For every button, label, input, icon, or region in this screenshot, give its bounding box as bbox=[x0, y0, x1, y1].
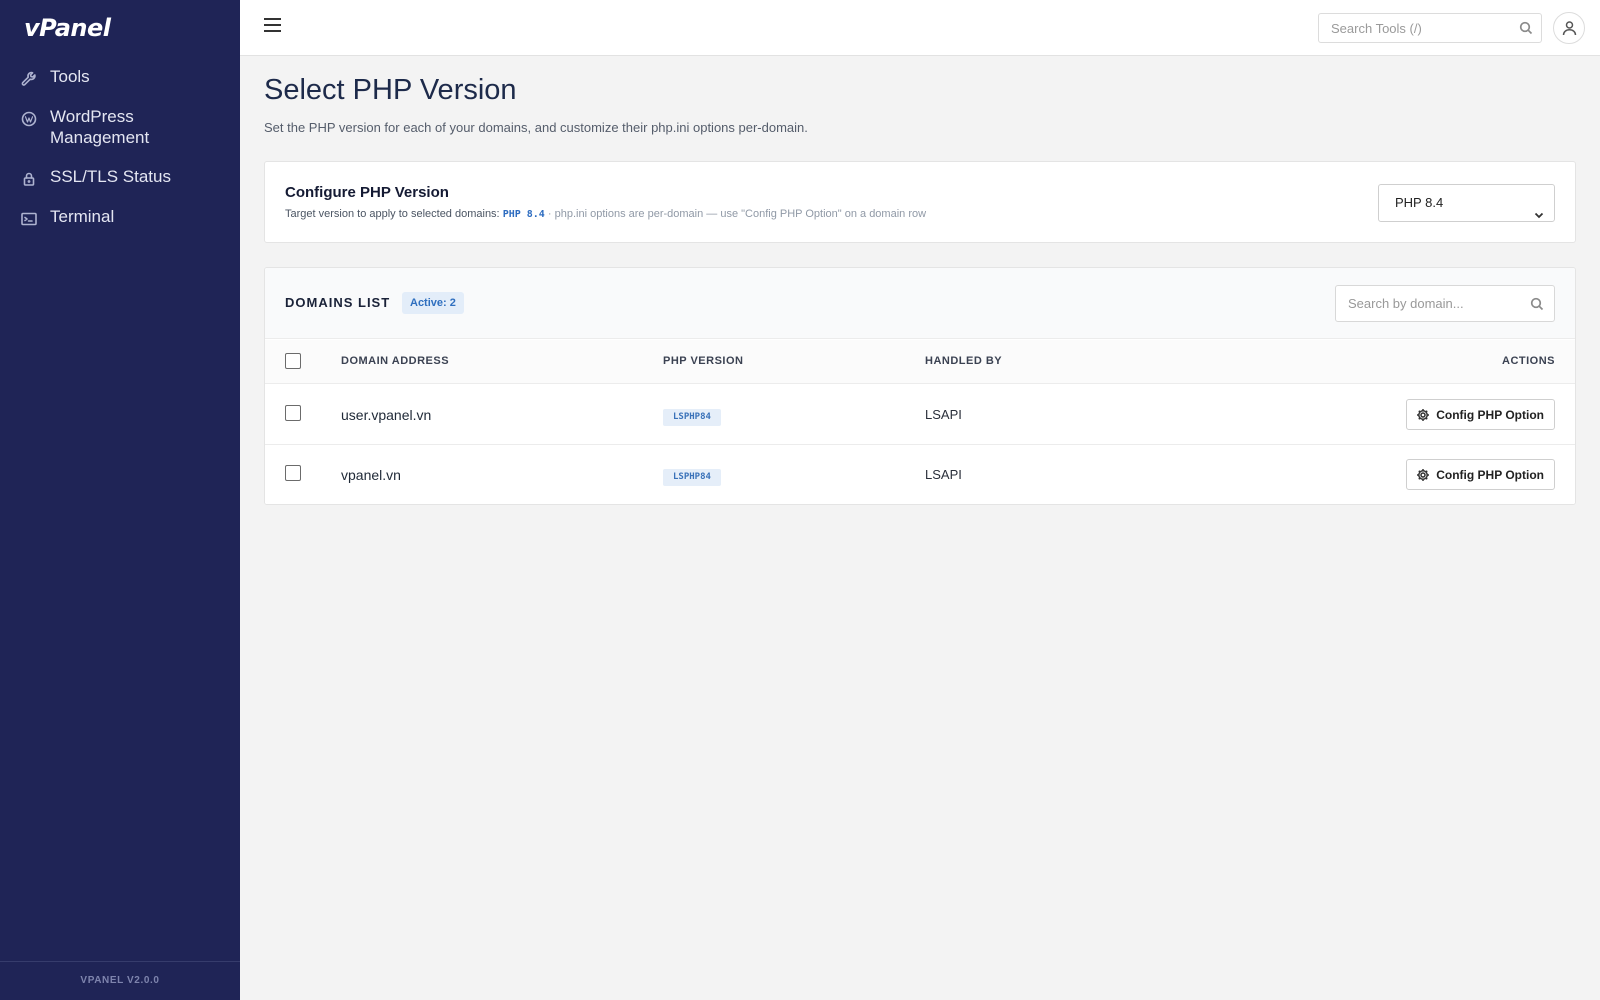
wrench-icon bbox=[20, 70, 38, 88]
sidebar-item-terminal[interactable]: Terminal bbox=[0, 206, 240, 228]
column-header-handled-by: HANDLED BY bbox=[925, 355, 1003, 367]
row-checkbox[interactable] bbox=[285, 465, 301, 481]
sidebar-item-label: Terminal bbox=[50, 207, 115, 226]
config-php-option-label: Config PHP Option bbox=[1436, 467, 1544, 482]
column-header-domain: DOMAIN ADDRESS bbox=[341, 355, 450, 367]
search-icon[interactable] bbox=[1530, 297, 1544, 316]
active-count-badge: Active: 2 bbox=[402, 292, 464, 314]
sidebar-nav: Tools WordPress Management SSL/TLS Statu… bbox=[0, 66, 240, 246]
config-php-option-button[interactable]: Config PHP Option bbox=[1406, 399, 1555, 430]
php-version-select[interactable]: PHP 8.4 bbox=[1378, 184, 1555, 222]
handled-by: LSAPI bbox=[925, 467, 962, 482]
page-title: Select PHP Version bbox=[264, 74, 517, 106]
table-row: user.vpanel.vn LSPHP84 LSAPI Config PHP … bbox=[265, 385, 1575, 445]
domain-search-input[interactable] bbox=[1336, 286, 1516, 321]
topbar bbox=[240, 0, 1600, 56]
domain-address: user.vpanel.vn bbox=[341, 407, 432, 423]
row-checkbox[interactable] bbox=[285, 405, 301, 421]
column-header-actions: ACTIONS bbox=[1502, 355, 1555, 367]
domain-search-box bbox=[1335, 285, 1555, 322]
domains-list-title: DOMAINS LIST bbox=[285, 295, 391, 310]
sidebar-item-label: WordPress Management bbox=[50, 107, 150, 147]
sidebar-item-label: Tools bbox=[50, 67, 90, 86]
user-menu-button[interactable] bbox=[1553, 12, 1585, 44]
user-icon bbox=[1562, 21, 1577, 36]
config-php-option-button[interactable]: Config PHP Option bbox=[1406, 459, 1555, 490]
php-version-selected: PHP 8.4 bbox=[1395, 195, 1444, 210]
sidebar-item-wordpress-management[interactable]: WordPress Management bbox=[0, 106, 240, 148]
menu-toggle-icon[interactable] bbox=[264, 18, 284, 36]
chevron-down-icon bbox=[1534, 198, 1544, 219]
sidebar: vPanel Tools WordPress Management SSL/TL… bbox=[0, 0, 240, 1000]
wordpress-icon bbox=[20, 110, 38, 128]
configure-php-description: Target version to apply to selected doma… bbox=[285, 208, 926, 220]
search-icon[interactable] bbox=[1519, 21, 1533, 40]
domain-address: vpanel.vn bbox=[341, 467, 401, 483]
handled-by: LSAPI bbox=[925, 407, 962, 422]
sidebar-item-ssl-tls-status[interactable]: SSL/TLS Status bbox=[0, 166, 240, 188]
sidebar-item-label: SSL/TLS Status bbox=[50, 167, 171, 186]
app-version: VPANEL V2.0.0 bbox=[0, 961, 240, 1000]
table-row: vpanel.vn LSPHP84 LSAPI Config PHP Optio… bbox=[265, 445, 1575, 504]
php-version-badge: LSPHP84 bbox=[663, 469, 721, 486]
domains-list-header: DOMAINS LIST Active: 2 bbox=[265, 268, 1575, 339]
tools-search-box bbox=[1318, 13, 1542, 43]
target-version-label: Target version to apply to selected doma… bbox=[285, 208, 500, 220]
configure-php-title: Configure PHP Version bbox=[285, 184, 449, 201]
table-header-row: DOMAIN ADDRESS PHP VERSION HANDLED BY AC… bbox=[265, 340, 1575, 384]
configure-php-card: Configure PHP Version Target version to … bbox=[264, 161, 1576, 243]
lock-icon bbox=[20, 170, 38, 188]
select-all-checkbox[interactable] bbox=[285, 353, 301, 369]
target-version-value: PHP 8.4 bbox=[502, 209, 545, 220]
php-version-badge: LSPHP84 bbox=[663, 409, 721, 426]
sidebar-item-tools[interactable]: Tools bbox=[0, 66, 240, 88]
config-php-option-label: Config PHP Option bbox=[1436, 407, 1544, 422]
domains-list-card: DOMAINS LIST Active: 2 DOMAIN ADDRESS PH… bbox=[264, 267, 1576, 505]
gear-icon bbox=[1416, 468, 1430, 482]
column-header-php-version: PHP VERSION bbox=[663, 355, 744, 367]
gear-icon bbox=[1416, 408, 1430, 422]
tools-search-input[interactable] bbox=[1319, 14, 1499, 42]
terminal-icon bbox=[20, 210, 38, 228]
php-ini-note: · php.ini options are per-domain — use "… bbox=[547, 208, 927, 220]
vpanel-logo[interactable]: vPanel bbox=[24, 14, 111, 42]
page-subtitle: Set the PHP version for each of your dom… bbox=[264, 120, 808, 135]
